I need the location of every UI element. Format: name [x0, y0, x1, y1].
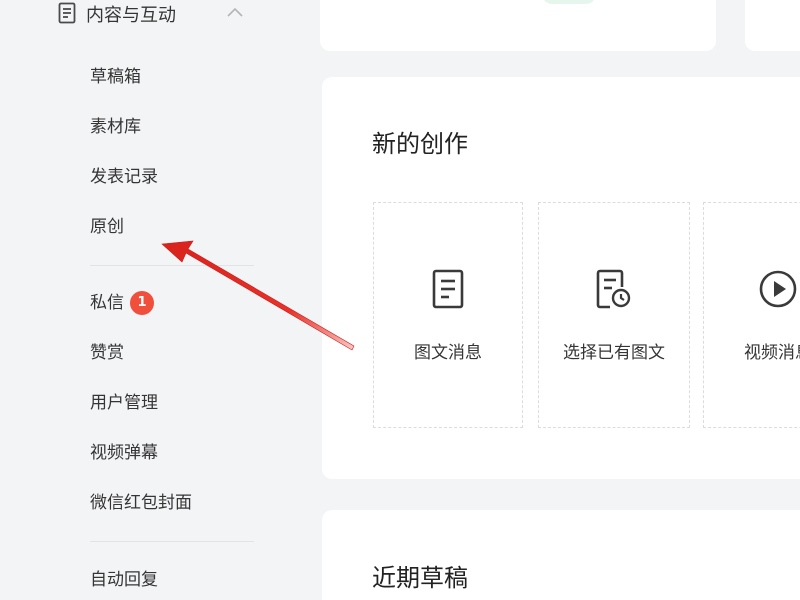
sidebar-divider: [90, 541, 254, 542]
sidebar-item-label: 私信: [90, 293, 124, 313]
sidebar-group-label: 内容与互动: [86, 5, 176, 26]
sidebar: 内容与互动 草稿箱 素材库 发表记录 原创 私信 1 赞赏 用户管理 视频弹幕: [0, 0, 300, 600]
sidebar-item-drafts[interactable]: 草稿箱: [90, 65, 141, 89]
sidebar-item-label: 发表记录: [90, 167, 158, 187]
select-existing-article-tile[interactable]: 选择已有图文: [538, 202, 690, 428]
sidebar-item-material-library[interactable]: 素材库: [90, 115, 141, 139]
create-video-tile[interactable]: 视频消息: [703, 202, 800, 428]
sidebar-item-rewards[interactable]: 赞赏: [90, 341, 124, 365]
tile-label: 图文消息: [414, 343, 482, 363]
sidebar-item-label: 原创: [90, 217, 124, 237]
tile-label: 视频消息: [744, 343, 800, 363]
unread-count-badge: 1: [130, 291, 154, 315]
sidebar-divider: [90, 265, 254, 266]
chevron-up-icon[interactable]: [226, 6, 244, 18]
sidebar-item-label: 视频弹幕: [90, 443, 158, 463]
sidebar-item-original[interactable]: 原创: [90, 215, 124, 239]
sidebar-item-label: 素材库: [90, 117, 141, 137]
play-circle-icon: [759, 270, 797, 308]
create-section-title: 新的创作: [372, 130, 468, 158]
sidebar-item-red-packet-cover[interactable]: 微信红包封面: [90, 491, 192, 515]
overview-card: [320, 0, 716, 51]
sidebar-item-publish-records[interactable]: 发表记录: [90, 165, 158, 189]
sidebar-item-messages[interactable]: 私信 1: [90, 291, 154, 315]
sidebar-item-label: 自动回复: [90, 570, 158, 590]
drafts-section-title: 近期草稿: [372, 564, 468, 592]
sidebar-item-auto-reply[interactable]: 自动回复: [90, 568, 158, 592]
document-icon: [58, 2, 76, 24]
sidebar-item-video-danmaku[interactable]: 视频弹幕: [90, 441, 158, 465]
page: 内容与互动 草稿箱 素材库 发表记录 原创 私信 1 赞赏 用户管理 视频弹幕: [0, 0, 800, 600]
document-clock-icon: [596, 269, 631, 309]
sidebar-item-label: 草稿箱: [90, 67, 141, 87]
sidebar-item-label: 赞赏: [90, 343, 124, 363]
sidebar-item-label: 用户管理: [90, 393, 158, 413]
sidebar-item-user-management[interactable]: 用户管理: [90, 391, 158, 415]
create-article-tile[interactable]: 图文消息: [373, 202, 523, 428]
status-pill: [542, 0, 596, 4]
tile-label: 选择已有图文: [563, 343, 665, 363]
document-icon: [432, 269, 464, 309]
overview-card-secondary: [745, 0, 800, 51]
sidebar-group-content-interaction[interactable]: 内容与互动: [58, 0, 243, 28]
sidebar-item-label: 微信红包封面: [90, 493, 192, 513]
